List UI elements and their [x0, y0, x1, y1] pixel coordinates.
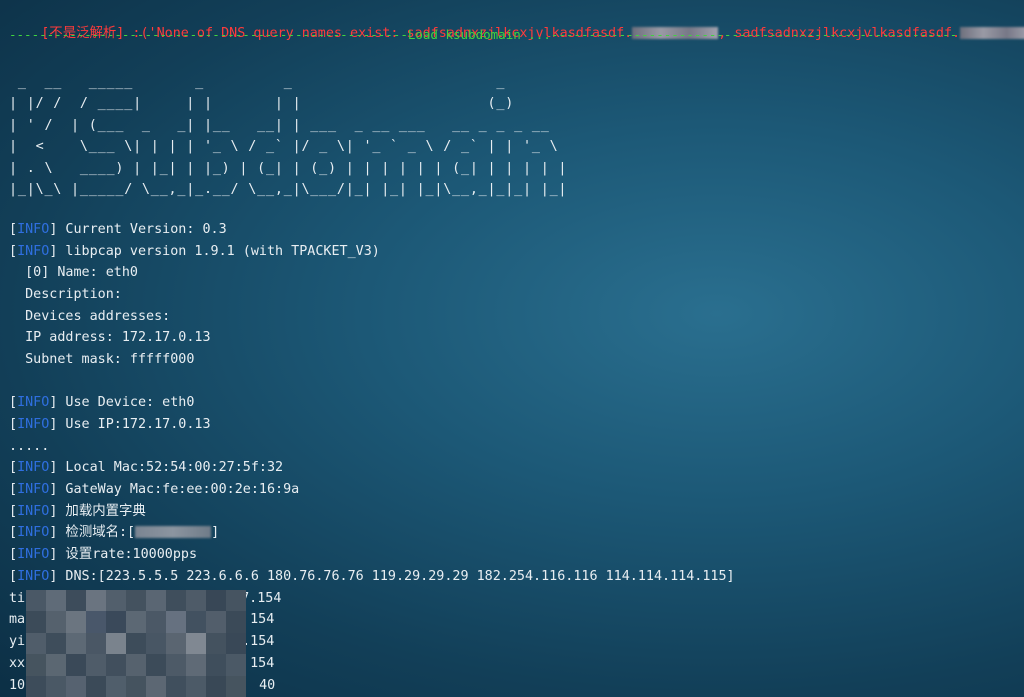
device-addresses-line: Devices addresses: [9, 309, 171, 324]
info-tag: INFO [17, 460, 50, 475]
result-left: xx [9, 656, 26, 671]
device-ip-line: IP address: 172.17.0.13 [9, 330, 211, 345]
result-left: yi [9, 634, 26, 649]
log-line: [INFO] Current Version: 0.3 [9, 222, 227, 237]
ascii-art-line: _ __ _____ _ _ _ [9, 75, 506, 90]
device-description-line: Description: [9, 287, 122, 302]
log-line: [INFO] libpcap version 1.9.1 (with TPACK… [9, 244, 380, 259]
log-text: ] [211, 525, 220, 540]
info-tag: INFO [17, 244, 50, 259]
log-text: GateWay Mac:fe:ee:00:2e:16:9a [57, 482, 300, 497]
log-text: 检测域名:[ [57, 525, 136, 540]
info-tag: INFO [17, 525, 50, 540]
load-banner: ----------------------------------------… [9, 27, 958, 42]
info-tag: INFO [17, 482, 50, 497]
info-tag: INFO [17, 504, 50, 519]
result-left: ma [9, 612, 26, 627]
log-text: 设置rate:10000pps [57, 547, 198, 562]
log-text: Use Device: eth0 [57, 395, 195, 410]
info-tag: INFO [17, 569, 50, 584]
result-left: ti [9, 591, 26, 606]
redaction-mosaic [26, 590, 246, 697]
log-line: [INFO] Use IP:172.17.0.13 [9, 417, 211, 432]
log-line: [INFO] GateWay Mac:fe:ee:00:2e:16:9a [9, 482, 300, 497]
wildcard-check-line: [不是泛解析] :('None of DNS query names exist… [9, 4, 1024, 41]
log-text: libpcap version 1.9.1 (with TPACKET_V3) [57, 244, 380, 259]
log-text: 加载内置字典 [57, 504, 146, 519]
log-text: Local Mac:52:54:00:27:5f:32 [57, 460, 284, 475]
result-right: 7.154 [241, 591, 282, 606]
info-tag: INFO [17, 222, 50, 237]
redacted-domain [960, 27, 1024, 39]
log-line: [INFO] DNS:[223.5.5.5 223.6.6.6 180.76.7… [9, 569, 735, 584]
result-left: 10 [9, 678, 26, 693]
device-mask-line: Subnet mask: fffff000 [9, 352, 195, 367]
log-text: Current Version: 0.3 [57, 222, 227, 237]
ascii-art-line: | . \ ____) | |_| | |_) | (_| | (_) | | … [9, 161, 568, 176]
result-right: .154 [242, 634, 275, 649]
result-right: 154 [250, 656, 275, 671]
info-tag: INFO [17, 417, 50, 432]
log-text: Use IP:172.17.0.13 [57, 417, 211, 432]
log-line: [INFO] 加载内置字典 [9, 504, 146, 519]
device-name-line: [0] Name: eth0 [9, 265, 138, 280]
result-right: 40 [259, 678, 276, 693]
result-right: 154 [250, 612, 275, 627]
log-line: [INFO] Local Mac:52:54:00:27:5f:32 [9, 460, 284, 475]
log-line: [INFO] 检测域名:[] [9, 525, 220, 540]
ascii-art-line: |_|\_\ |_____/ \__,_|_.__/ \__,_|\___/|_… [9, 182, 568, 197]
info-tag: INFO [17, 547, 50, 562]
info-tag: INFO [17, 395, 50, 410]
ascii-art-line: | ' / | (___ _ _| |__ __| | ___ _ __ ___… [9, 118, 550, 133]
redacted-domain [135, 526, 212, 538]
log-line: [INFO] 设置rate:10000pps [9, 547, 198, 562]
log-line: [INFO] Use Device: eth0 [9, 395, 195, 410]
ascii-art-line: | |/ / / ____| | | | | (_) [9, 96, 515, 111]
ascii-art-line: | < \___ \| | | | '_ \ / _` |/ _ \| '_ `… [9, 139, 559, 154]
log-text: DNS:[223.5.5.5 223.6.6.6 180.76.76.76 11… [57, 569, 735, 584]
dots-line: ..... [9, 439, 50, 454]
